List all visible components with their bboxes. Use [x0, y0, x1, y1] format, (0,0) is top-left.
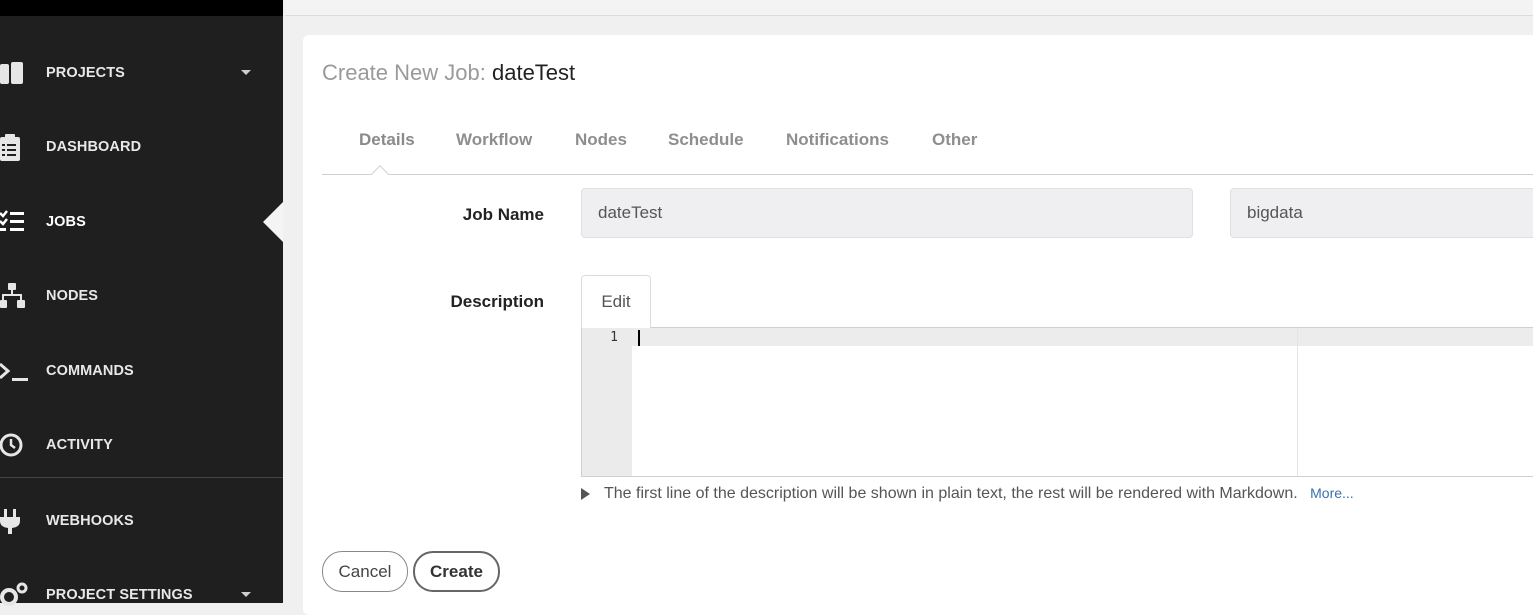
text-cursor [638, 330, 640, 346]
page-title: Create New Job: dateTest [322, 60, 575, 86]
cogs-icon [0, 582, 28, 606]
sidebar-item-label: WEBHOOKS [46, 513, 134, 529]
description-editor[interactable]: 1 [581, 327, 1533, 477]
sidebar-item-label: NODES [46, 288, 99, 304]
chevron-down-icon [241, 592, 251, 597]
cancel-button[interactable]: Cancel [322, 551, 408, 592]
sidebar-item-projects[interactable]: PROJECTS [0, 53, 283, 93]
title-prefix: Create New Job: [322, 60, 486, 85]
job-name-label: Job Name [462, 205, 544, 224]
editor-active-line [632, 328, 1533, 346]
list-check-icon [0, 210, 24, 231]
chevron-down-icon [241, 70, 251, 75]
sidebar-item-activity[interactable]: ACTIVITY [0, 425, 283, 465]
description-hint: The first line of the description will b… [581, 485, 1354, 503]
expand-arrow-icon[interactable] [581, 487, 590, 500]
projects-icon [0, 62, 23, 84]
title-job-name: dateTest [491, 60, 576, 85]
job-group-input[interactable]: bigdata [1230, 188, 1533, 238]
tab-details[interactable]: Details [359, 130, 415, 150]
sidebar-item-dashboard[interactable]: DASHBOARD [0, 127, 283, 167]
tabs-underline [322, 174, 1533, 175]
terminal-icon [0, 362, 28, 381]
tab-edit[interactable]: Edit [581, 275, 651, 328]
tab-workflow[interactable]: Workflow [456, 130, 532, 150]
plug-icon [0, 509, 20, 534]
tab-notifications[interactable]: Notifications [786, 130, 889, 150]
clipboard-icon [0, 134, 20, 161]
sidebar-item-nodes[interactable]: NODES [0, 276, 283, 316]
sidebar-item-label: PROJECT SETTINGS [46, 587, 193, 603]
top-bar [285, 0, 1533, 16]
active-item-indicator [263, 202, 283, 242]
sidebar-topbar [0, 0, 283, 16]
sidebar-item-webhooks[interactable]: WEBHOOKS [0, 501, 283, 541]
sidebar-item-project-settings[interactable]: PROJECT SETTINGS [0, 575, 283, 615]
active-tab-pointer [370, 164, 390, 175]
sidebar-item-label: ACTIVITY [46, 437, 113, 453]
job-name-input[interactable]: dateTest [581, 188, 1193, 238]
sidebar-item-label: COMMANDS [46, 363, 134, 379]
editor-print-margin [1297, 328, 1298, 476]
sidebar-item-commands[interactable]: COMMANDS [0, 351, 283, 391]
tab-nodes[interactable]: Nodes [575, 130, 627, 150]
content-card [303, 35, 1533, 615]
tab-other[interactable]: Other [932, 130, 977, 150]
sidebar-item-label: PROJECTS [46, 65, 125, 81]
sitemap-icon [0, 283, 25, 308]
line-number: 1 [610, 330, 618, 345]
sidebar-item-jobs[interactable]: JOBS [0, 202, 283, 242]
sidebar-divider [0, 477, 283, 478]
editor-gutter: 1 [582, 328, 632, 476]
create-button[interactable]: Create [413, 551, 500, 592]
description-label: Description [450, 292, 544, 311]
job-tabs: Details Workflow Nodes Schedule Notifica… [322, 126, 1533, 174]
sidebar-item-label: JOBS [46, 214, 86, 230]
history-icon [0, 433, 23, 457]
more-link[interactable]: More... [1310, 485, 1354, 501]
sidebar: PROJECTS DASHBOARD JOBS NODES COMMANDS A… [0, 0, 283, 606]
tab-schedule[interactable]: Schedule [668, 130, 744, 150]
sidebar-item-label: DASHBOARD [46, 139, 142, 155]
hint-text: The first line of the description will b… [604, 485, 1298, 502]
